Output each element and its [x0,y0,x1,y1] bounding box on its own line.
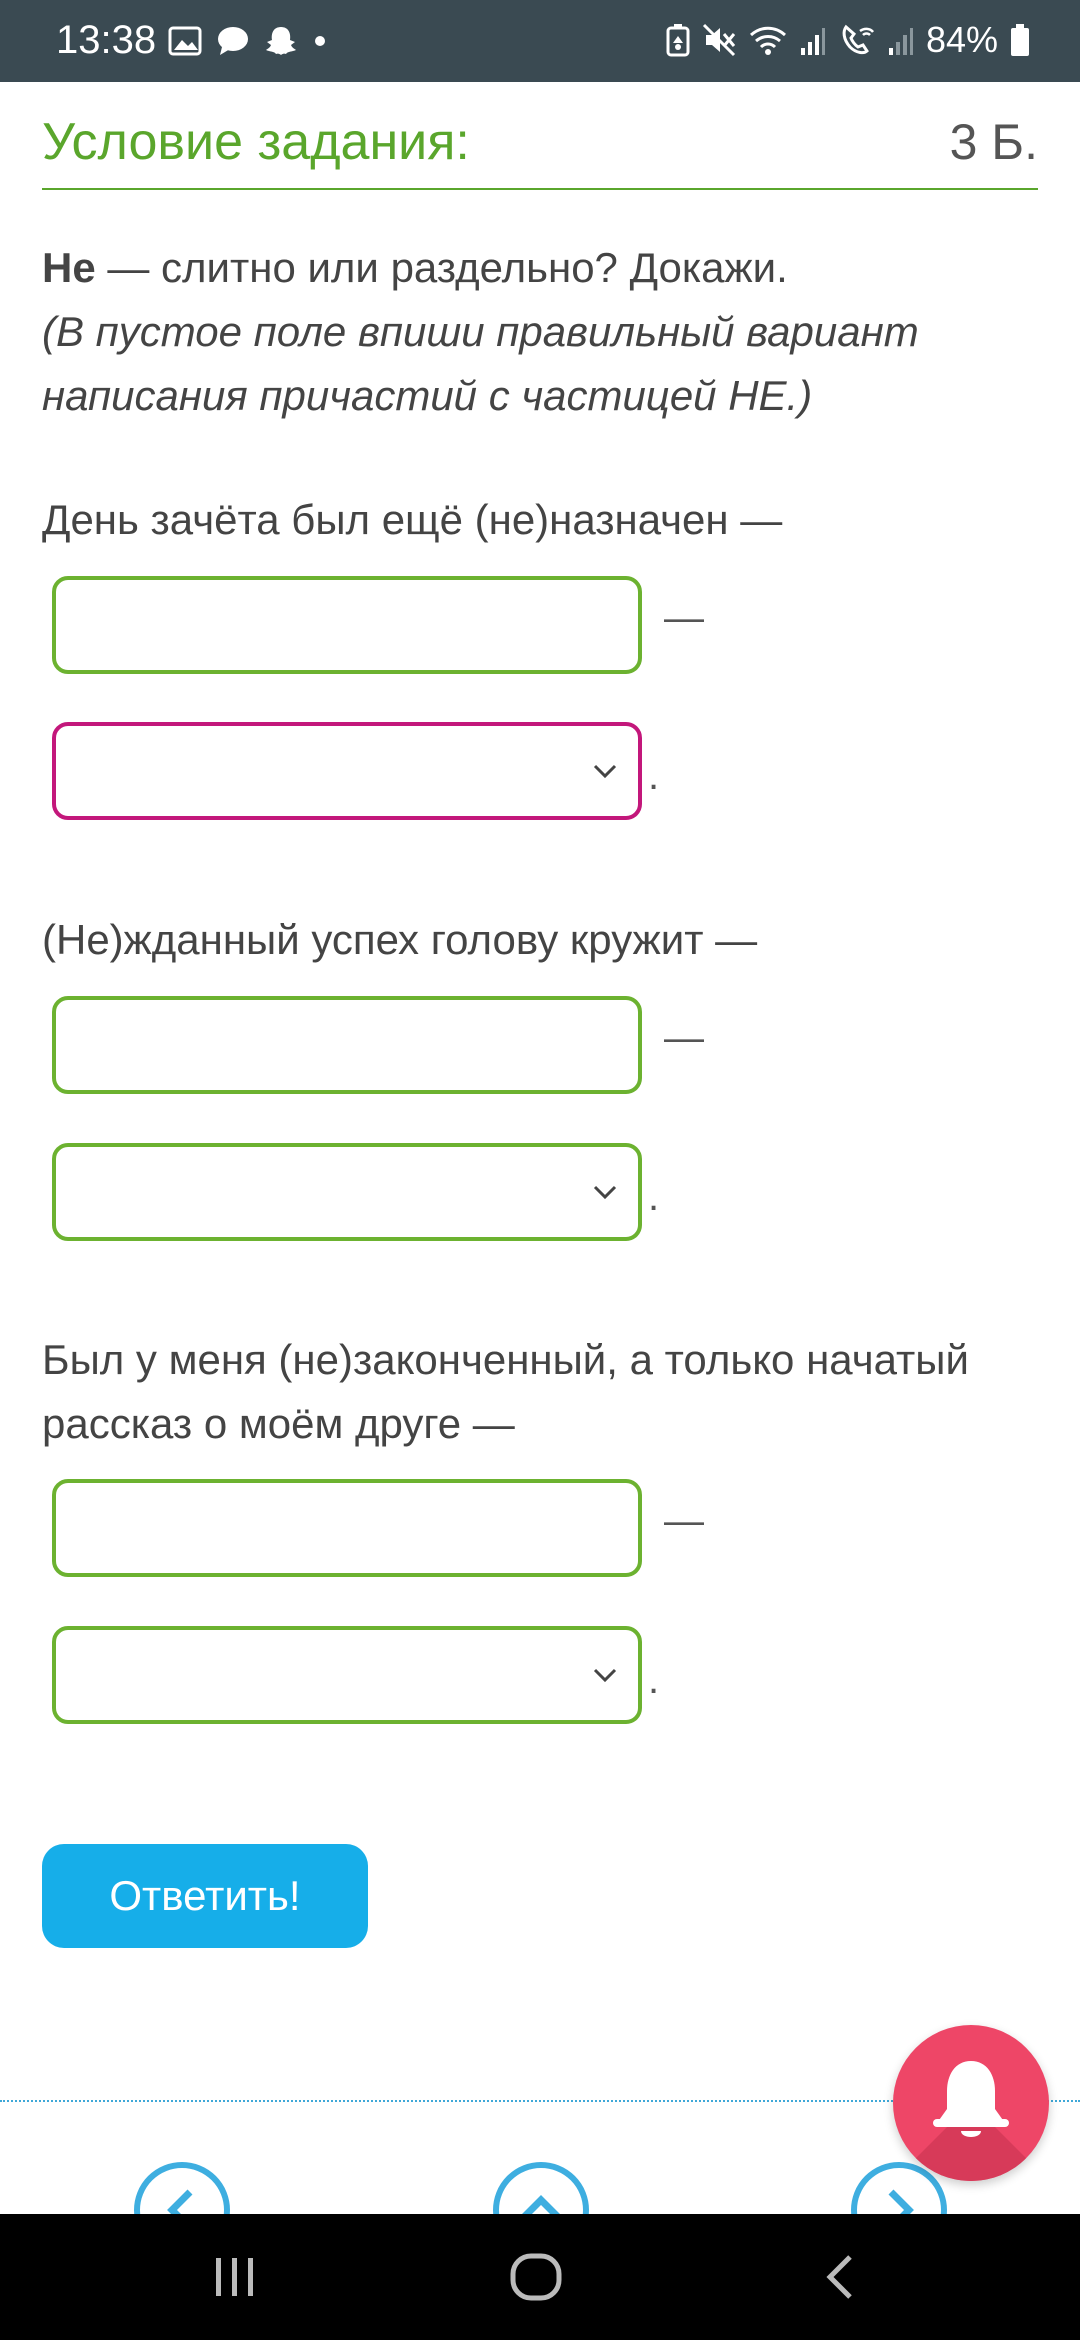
question-1-select[interactable] [52,722,642,820]
dot-icon [315,36,325,46]
battery-percent: 84% [925,19,998,60]
home-icon[interactable] [508,2249,564,2305]
instruction-bold: Не [42,244,96,291]
question-2-dash: — [664,1016,704,1060]
chevron-down-icon [593,1668,617,1683]
task-instructions: Не — слитно или раздельно? Докажи. (В пу… [42,236,1042,428]
question-2-sentence: (Не)жданный успех голову кружит — [42,916,758,963]
question-1-answer-input[interactable] [52,576,642,674]
chevron-down-icon [593,764,617,779]
task-points: 3 Б. [949,114,1038,170]
snapchat-icon [266,27,296,55]
instruction-text: — слитно или раздельно? Докажи. [95,244,788,291]
task-header: Условие задания: 3 Б. [42,100,1038,190]
chevron-down-icon [593,1185,617,1200]
system-nav-bar [0,2214,1080,2340]
question-3-sentence: Был у меня (не)законченный, а только нач… [42,1336,969,1447]
instruction-hint: (В пустое поле впиши правильный вариант … [42,308,919,419]
question-1-period: . [648,754,660,798]
battery-saver-icon [666,24,690,57]
wifi-calling-icon [842,24,874,55]
question-1-sentence: День зачёта был ещё (не)назначен — [42,496,783,543]
image-icon [168,26,202,56]
mute-icon [702,23,736,57]
status-bar: 13:38 84% [0,0,1080,82]
status-time: 13:38 [56,18,157,62]
bell-icon [933,2061,1009,2137]
signal-icon [800,28,825,55]
question-3-period: . [648,1658,660,1702]
task-title: Условие задания: [42,113,470,171]
question-3-select[interactable] [52,1626,642,1724]
signal-2-icon [888,28,913,55]
battery-icon [1011,24,1029,56]
wifi-icon [749,26,786,55]
question-3-answer-input[interactable] [52,1479,642,1577]
notifications-button[interactable] [893,2025,1049,2181]
submit-button[interactable]: Ответить! [42,1844,368,1948]
system-icons: 84% [666,14,1030,66]
question-2-period: . [648,1175,660,1219]
chat-icon [218,27,248,55]
question-3-dash: — [664,1499,704,1543]
question-2-answer-input[interactable] [52,996,642,1094]
notification-icons [168,20,328,62]
back-icon[interactable] [816,2249,866,2305]
question-1-dash: — [664,596,704,640]
question-2-select[interactable] [52,1143,642,1241]
recent-apps-icon[interactable] [210,2252,260,2302]
